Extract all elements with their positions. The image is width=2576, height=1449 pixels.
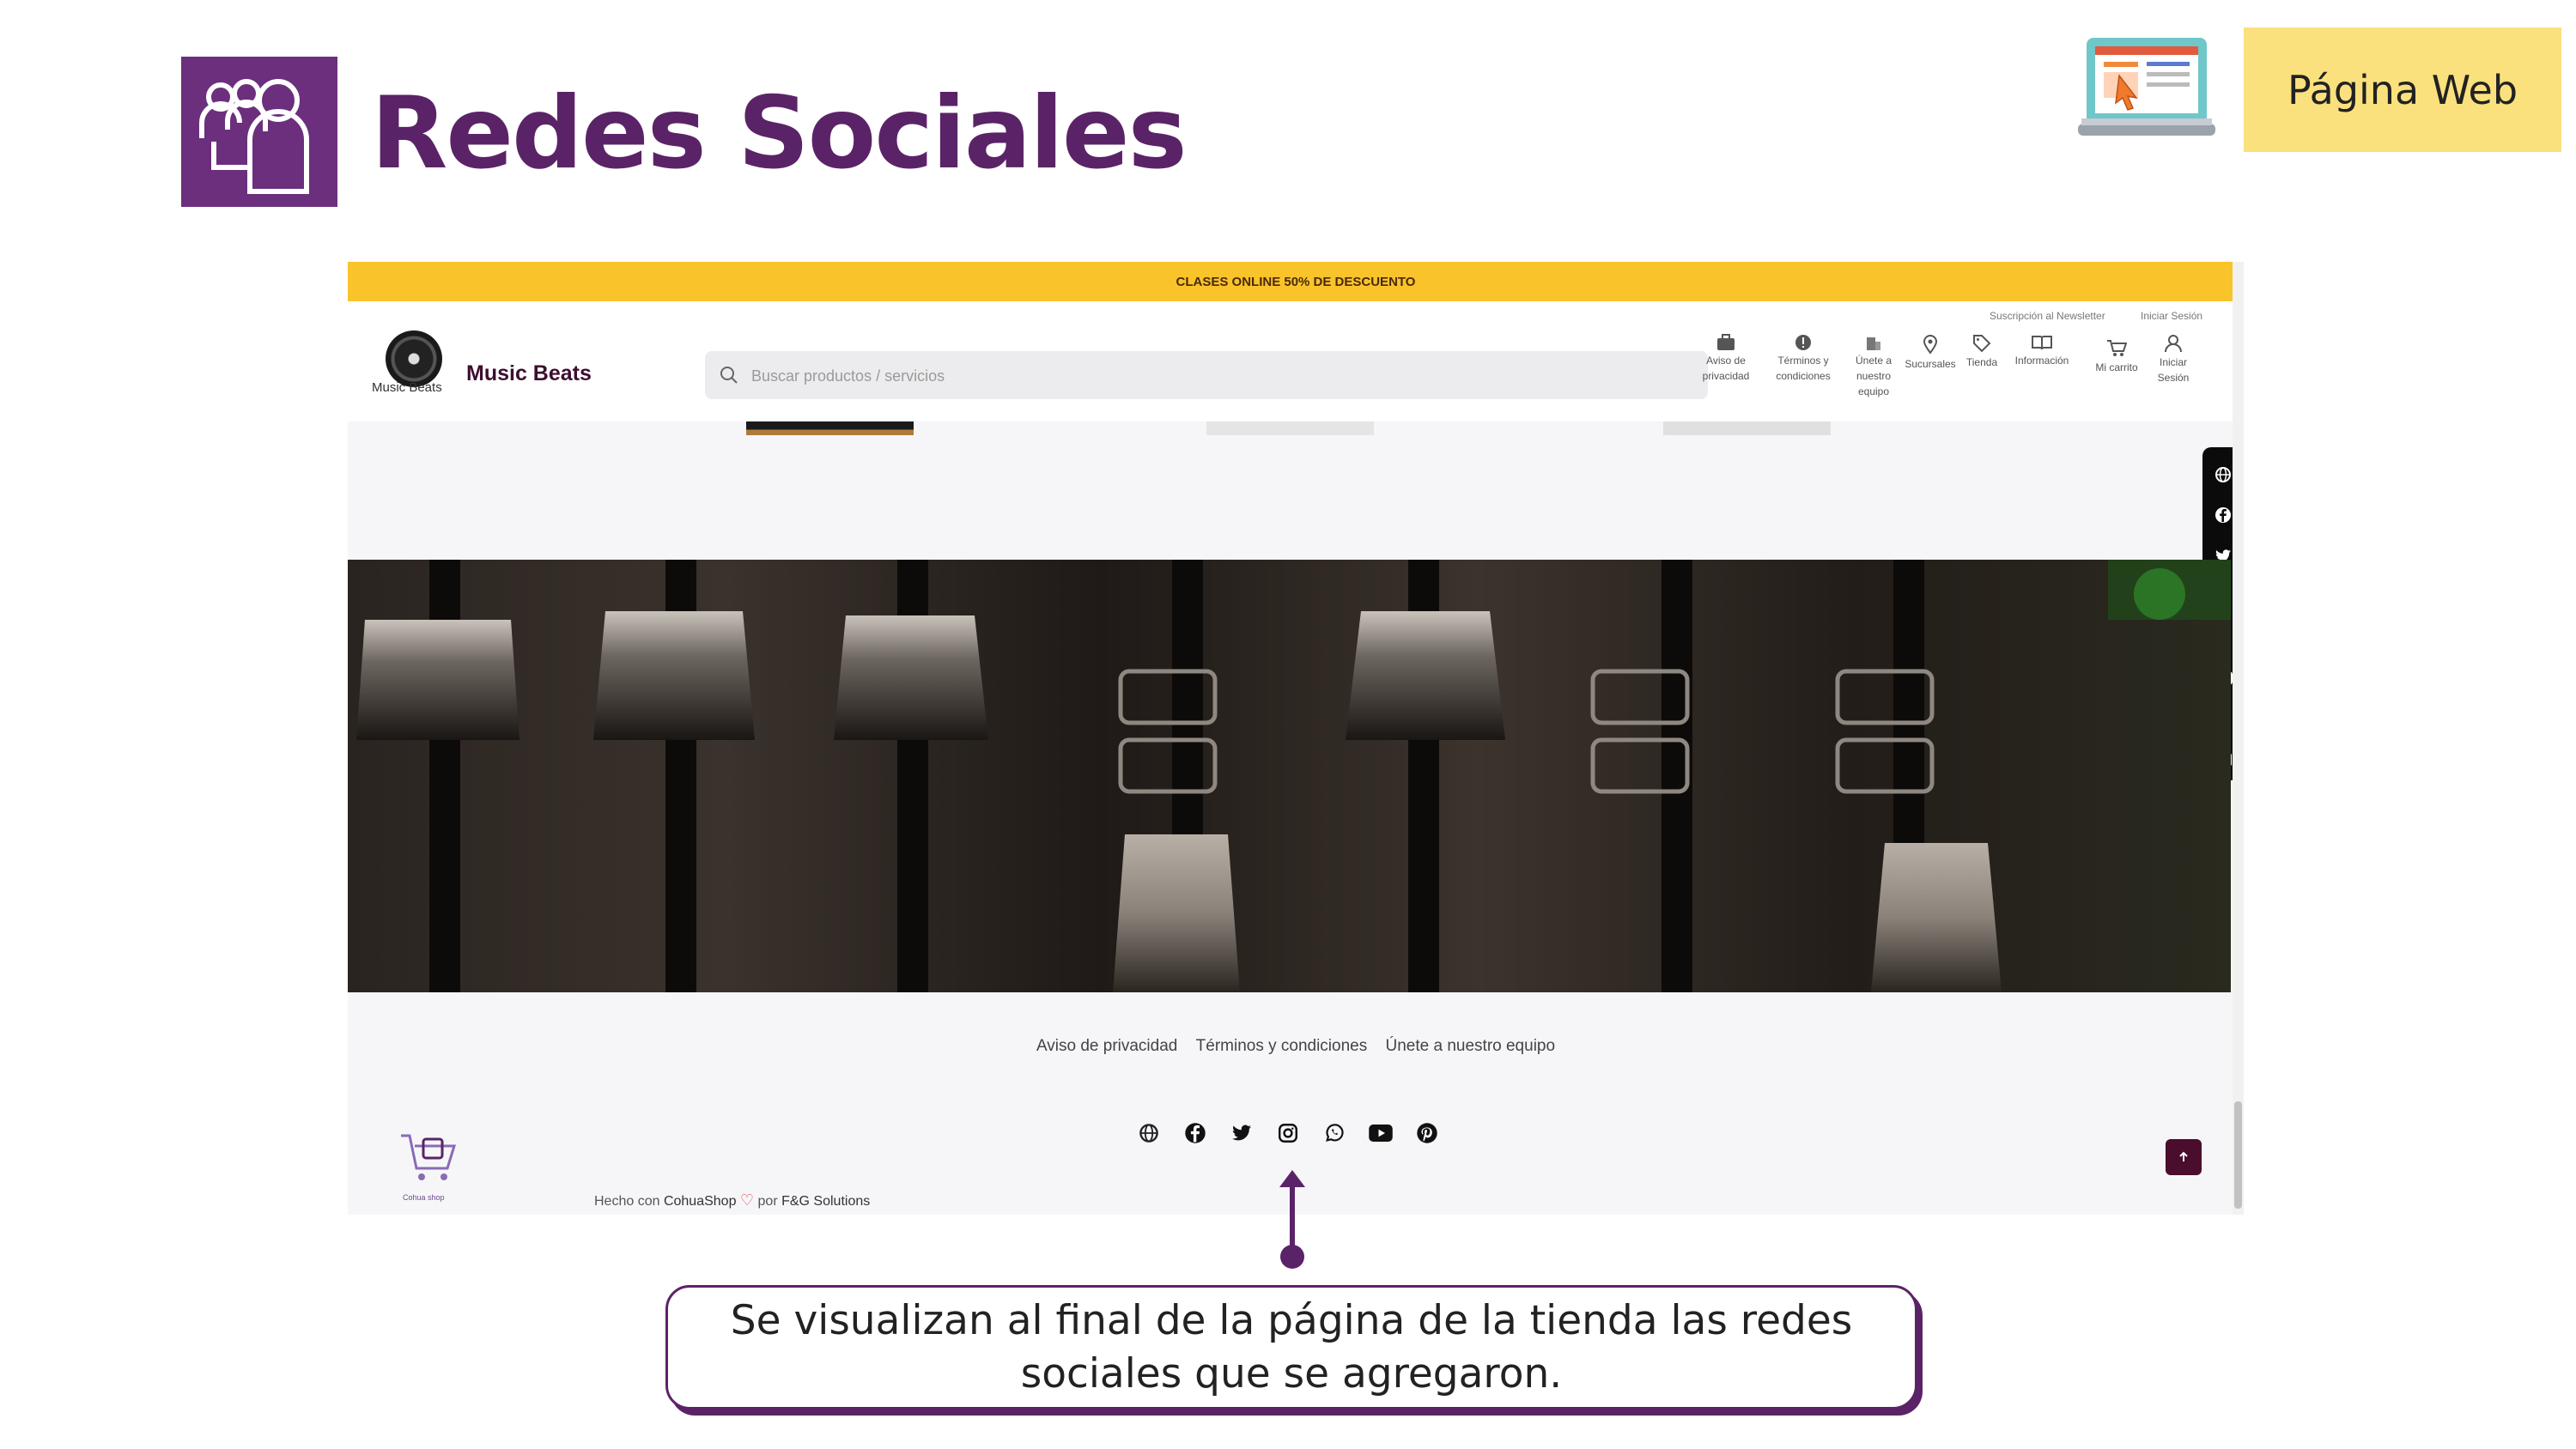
book-icon	[2032, 336, 2052, 350]
made-by-text: por	[757, 1194, 778, 1209]
page-type-badge: Página Web	[2244, 27, 2561, 152]
cart-icon	[2107, 340, 2127, 356]
footer-social-links	[1136, 1120, 1440, 1146]
alert-icon	[1795, 335, 1811, 350]
arrow-up-icon	[2179, 1151, 2188, 1161]
search-icon	[720, 367, 738, 384]
youtube-icon[interactable]	[1368, 1120, 1394, 1146]
nav-login[interactable]: Iniciar Sesión	[2149, 334, 2197, 385]
users-group-icon	[181, 57, 337, 207]
nav-label: Aviso de privacidad	[1702, 355, 1750, 382]
nav-label: Tienda	[1965, 356, 1998, 368]
scrollbar-thumb[interactable]	[2234, 1101, 2242, 1209]
nav-label: Mi carrito	[2095, 361, 2138, 373]
instagram-icon[interactable]	[1275, 1120, 1301, 1146]
nav-info[interactable]: Información	[2003, 334, 2081, 368]
slide-title: Redes Sociales	[371, 76, 1188, 191]
top-login-link[interactable]: Iniciar Sesión	[2141, 310, 2202, 322]
logo-caption: Music Beats	[372, 380, 442, 395]
pointer-arrow-icon	[1279, 1170, 1305, 1269]
briefcase-icon	[1717, 334, 1735, 350]
cohua-shop-logo[interactable]: Cohua shop	[398, 1127, 459, 1202]
product-thumbnail[interactable]	[1206, 421, 1374, 435]
search-input[interactable]	[750, 351, 1698, 401]
scrollbar-track[interactable]	[2233, 262, 2244, 1215]
promo-banner[interactable]: CLASES ONLINE 50% DE DESCUENTO	[348, 262, 2244, 301]
nav-store[interactable]: Tienda	[1960, 334, 2003, 370]
globe-icon[interactable]	[1136, 1120, 1162, 1146]
heart-icon: ♡	[739, 1191, 755, 1209]
facebook-icon[interactable]	[1182, 1120, 1208, 1146]
nav-label: Únete a nuestro equipo	[1855, 355, 1893, 397]
annotation-callout: Se visualizan al final de la página de l…	[665, 1285, 1917, 1410]
facebook-icon[interactable]	[2215, 495, 2232, 537]
store-brand-name[interactable]: Music Beats	[466, 361, 592, 386]
footer-terms-link[interactable]: Términos y condiciones	[1196, 1037, 1368, 1055]
nav-join-team[interactable]: Únete a nuestro equipo	[1852, 334, 1895, 399]
nav-privacy[interactable]: Aviso de privacidad	[1687, 334, 1765, 384]
mixing-console-hero-image	[348, 560, 2231, 992]
store-screenshot: CLASES ONLINE 50% DE DESCUENTO Music Bea…	[348, 262, 2244, 1215]
nav-label: Información	[2014, 355, 2069, 367]
globe-icon[interactable]	[2215, 454, 2232, 495]
store-navbar: Music Beats Music Beats Suscripción al N…	[348, 301, 2244, 421]
made-with-credit: Hecho con CohuaShop ♡ por F&G Solutions	[594, 1191, 870, 1210]
footer-links: Aviso de privacidad Términos y condicion…	[348, 1037, 2244, 1056]
footer-privacy-link[interactable]: Aviso de privacidad	[1036, 1037, 1177, 1055]
footer-join-link[interactable]: Únete a nuestro equipo	[1386, 1037, 1556, 1055]
product-thumbnail[interactable]	[746, 421, 914, 435]
laptop-click-icon	[2078, 34, 2215, 146]
product-thumbnail[interactable]	[1663, 421, 1831, 435]
nav-terms[interactable]: Términos y condiciones	[1765, 334, 1842, 384]
nav-cart[interactable]: Mi carrito	[2089, 339, 2144, 375]
twitter-icon[interactable]	[1229, 1120, 1255, 1146]
made-with-text: Hecho con	[594, 1194, 660, 1209]
vinyl-logo-icon[interactable]	[386, 330, 442, 387]
cohuashop-link[interactable]: CohuaShop	[664, 1194, 737, 1209]
user-icon	[2165, 335, 2182, 353]
nav-label: Iniciar Sesión	[2157, 356, 2190, 384]
search-bar	[705, 351, 1708, 401]
nav-label: Términos y condiciones	[1776, 355, 1831, 382]
map-pin-icon	[1923, 335, 1938, 355]
nav-branches[interactable]: Sucursales	[1900, 334, 1960, 372]
building-icon	[1867, 337, 1880, 350]
nav-label: Sucursales	[1905, 358, 1956, 370]
whatsapp-icon[interactable]	[1321, 1120, 1347, 1146]
pinterest-icon[interactable]	[1414, 1120, 1440, 1146]
fg-solutions-link[interactable]: F&G Solutions	[781, 1194, 870, 1209]
tag-icon	[1973, 335, 1991, 353]
newsletter-link[interactable]: Suscripción al Newsletter	[1990, 310, 2105, 322]
back-to-top-button[interactable]	[2166, 1139, 2202, 1175]
